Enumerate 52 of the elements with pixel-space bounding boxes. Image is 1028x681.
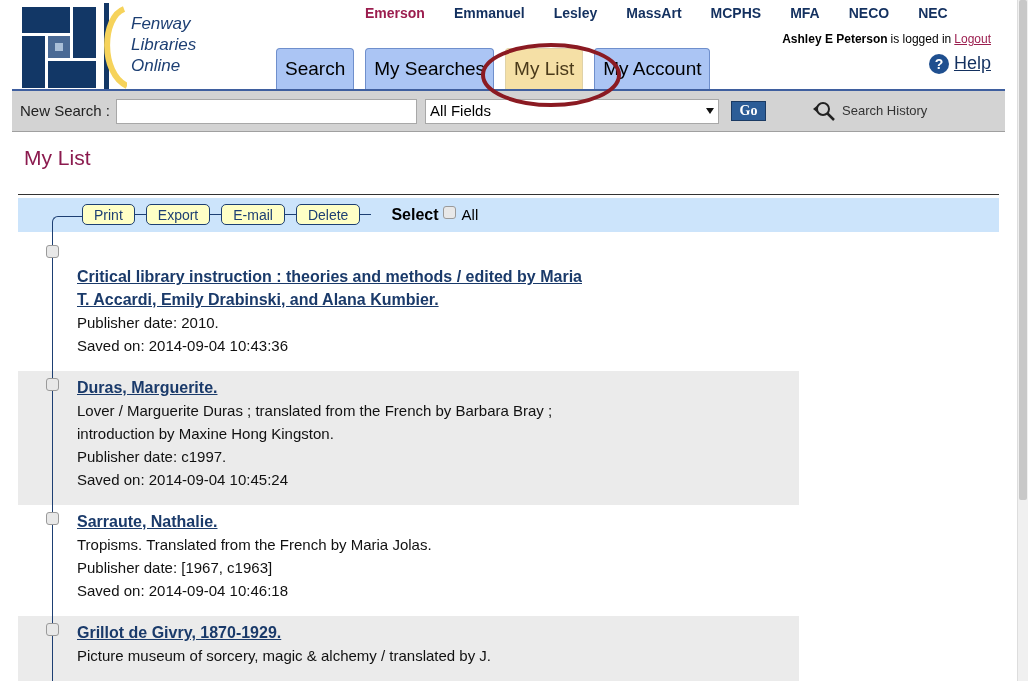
item-detail: Saved on: 2014-09-04 10:43:36 bbox=[77, 336, 289, 356]
nav-tab[interactable]: My List bbox=[505, 48, 584, 89]
toolbar-button[interactable]: Print bbox=[82, 204, 135, 226]
select-label: Select bbox=[391, 204, 439, 225]
item-detail: Saved on: 2014-09-04 10:45:24 bbox=[77, 470, 289, 490]
library-link[interactable]: NECO bbox=[848, 3, 890, 24]
help-link[interactable]: Help bbox=[953, 50, 991, 77]
library-link[interactable]: Emerson bbox=[365, 3, 425, 24]
logo-text: Fenway bbox=[131, 13, 192, 34]
checkbox[interactable] bbox=[46, 623, 59, 636]
library-link[interactable]: MFA bbox=[790, 3, 820, 24]
item-detail: Publisher date: 2010. bbox=[77, 313, 220, 333]
search-field[interactable] bbox=[116, 98, 418, 124]
item-detail: Publisher date: [1967, c1963] bbox=[77, 558, 274, 578]
scrollbar[interactable] bbox=[1017, 0, 1028, 681]
checkbox[interactable] bbox=[442, 206, 456, 220]
logout-link[interactable]: Logout bbox=[954, 30, 991, 48]
search-history-link[interactable]: Search History bbox=[842, 101, 928, 121]
toolbar-button[interactable]: E-mail bbox=[221, 204, 285, 226]
toolbar-button[interactable]: Export bbox=[145, 204, 211, 226]
user-name: Ashley E Peterson bbox=[782, 31, 888, 48]
item-detail: Saved on: 2014-09-04 10:46:18 bbox=[77, 581, 289, 601]
logo-text: Libraries bbox=[131, 34, 197, 55]
help-icon[interactable]: ? bbox=[927, 52, 950, 75]
login-status: is logged in bbox=[890, 31, 952, 48]
library-link[interactable]: NEC bbox=[918, 3, 948, 24]
library-link[interactable]: Lesley bbox=[553, 3, 598, 24]
toolbar-button[interactable]: Delete bbox=[295, 204, 361, 226]
dropdown-caret-icon bbox=[706, 108, 715, 114]
item-detail: Tropisms. Translated from the French by Maria Jolas. bbox=[77, 535, 433, 555]
item-title-link[interactable]: Duras, Marguerite. bbox=[77, 376, 582, 399]
field-select[interactable]: All Fields bbox=[425, 98, 720, 124]
library-link[interactable]: Emmanuel bbox=[453, 3, 525, 24]
library-link[interactable]: MCPHS bbox=[710, 3, 762, 24]
item-title-link[interactable]: Critical library instruction : theories and methods / edited by Maria T. Accardi, Emily Drabinski, and Alana Kumbier. bbox=[77, 265, 582, 311]
checkbox[interactable] bbox=[46, 378, 59, 391]
logo-text: Online bbox=[131, 55, 182, 76]
checkbox[interactable] bbox=[46, 245, 59, 258]
item-detail: Lover / Marguerite Duras ; translated from the French by Barbara Bray ; introduction by Maxine Hong Kingston. bbox=[77, 401, 554, 444]
item-title-link[interactable]: Grillot de Givry, 1870-1929. bbox=[77, 621, 582, 644]
nav-tab[interactable]: Search bbox=[276, 48, 355, 89]
library-link[interactable]: MassArt bbox=[626, 3, 682, 24]
item-title-link[interactable]: Sarraute, Nathalie. bbox=[77, 510, 582, 533]
search-label: New Search : bbox=[20, 100, 111, 121]
select-all-label: All bbox=[461, 204, 479, 225]
page-title: My List bbox=[24, 145, 92, 172]
checkbox[interactable] bbox=[46, 512, 59, 525]
item-detail: Publisher date: c1997. bbox=[77, 447, 228, 467]
search-icon[interactable] bbox=[812, 101, 837, 121]
go-button[interactable]: Go bbox=[731, 101, 767, 121]
nav-tab[interactable]: My Searches bbox=[365, 48, 495, 89]
item-detail: Picture museum of sorcery, magic & alchemy / translated by J. bbox=[77, 646, 493, 666]
